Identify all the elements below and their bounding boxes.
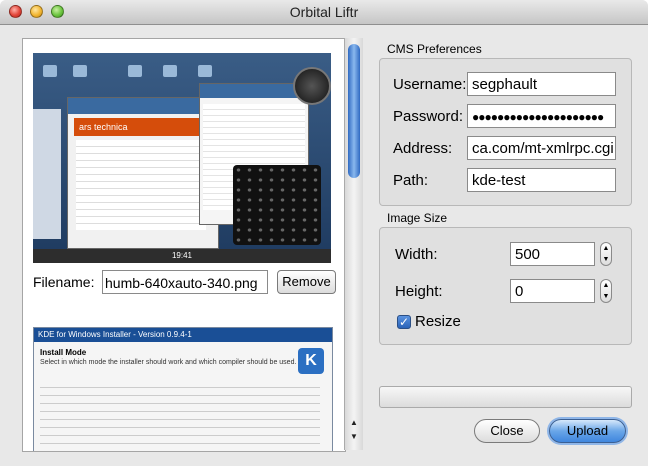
window-title: Orbital Liftr xyxy=(289,4,359,20)
remove-button[interactable]: Remove xyxy=(277,270,336,294)
scroll-up-icon[interactable]: ▲ xyxy=(350,418,358,427)
height-field[interactable]: 0 xyxy=(510,279,595,303)
width-stepper[interactable]: ▲ ▼ xyxy=(600,242,612,266)
screenshot-thumbnail-1[interactable]: ars technica 19:41 xyxy=(33,53,331,263)
username-label: Username: xyxy=(393,76,467,93)
thumbnail-heading: Install Mode xyxy=(40,348,87,357)
thumbnail-sidebar xyxy=(33,109,61,239)
image-list-scrollbar[interactable]: ▲ ▼ xyxy=(344,38,363,450)
kde-logo-icon: K xyxy=(298,348,324,374)
title-bar: Orbital Liftr xyxy=(0,0,648,25)
password-field[interactable]: ●●●●●●●●●●●●●●●●●●●●● xyxy=(467,104,616,128)
main-window: Orbital Liftr ars technica 19:41 Filenam… xyxy=(0,0,648,466)
address-field[interactable]: ca.com/mt-xmlrpc.cgi xyxy=(467,136,616,160)
height-stepper[interactable]: ▲ ▼ xyxy=(600,279,612,303)
upload-progress-bar xyxy=(379,386,632,408)
image-list-panel[interactable]: ars technica 19:41 Filename: humb-640xau… xyxy=(22,38,346,452)
upload-button[interactable]: Upload xyxy=(549,419,626,443)
address-label: Address: xyxy=(393,140,453,157)
width-field[interactable]: 500 xyxy=(510,242,595,266)
width-label: Width: xyxy=(395,246,438,263)
image-size-title: Image Size xyxy=(387,211,448,225)
desktop-icon xyxy=(73,65,87,77)
height-label: Height: xyxy=(395,283,443,300)
resize-checkbox[interactable]: ✓ xyxy=(397,315,411,329)
filename-field[interactable]: humb-640xauto-340.png xyxy=(102,270,268,294)
thumbnail-browser-window: ars technica xyxy=(67,97,219,249)
desktop-icon xyxy=(198,65,212,77)
thumbnail-window-title: KDE for Windows Installer - Version 0.9.… xyxy=(34,328,332,342)
desktop-icon xyxy=(163,65,177,77)
thumbnail-site-banner: ars technica xyxy=(74,118,209,136)
scroll-down-icon[interactable]: ▼ xyxy=(350,432,358,441)
screenshot-thumbnail-2[interactable]: KDE for Windows Installer - Version 0.9.… xyxy=(33,327,333,451)
calculator-widget xyxy=(233,165,321,245)
filename-label: Filename: xyxy=(33,274,95,290)
resize-label: Resize xyxy=(415,313,461,330)
clock-icon xyxy=(293,67,331,105)
username-field[interactable]: segphault xyxy=(467,72,616,96)
password-label: Password: xyxy=(393,108,464,125)
path-field[interactable]: kde-test xyxy=(467,168,616,192)
desktop-icon xyxy=(43,65,57,77)
path-label: Path: xyxy=(393,172,429,189)
scrollbar-thumb[interactable] xyxy=(348,44,360,178)
cms-preferences-title: CMS Preferences xyxy=(387,42,482,56)
thumbnail-taskbar: 19:41 xyxy=(33,249,331,263)
thumbnail-subheading: Select in which mode the installer shoul… xyxy=(40,359,297,366)
close-button[interactable]: Close xyxy=(474,419,540,443)
desktop-icon xyxy=(128,65,142,77)
